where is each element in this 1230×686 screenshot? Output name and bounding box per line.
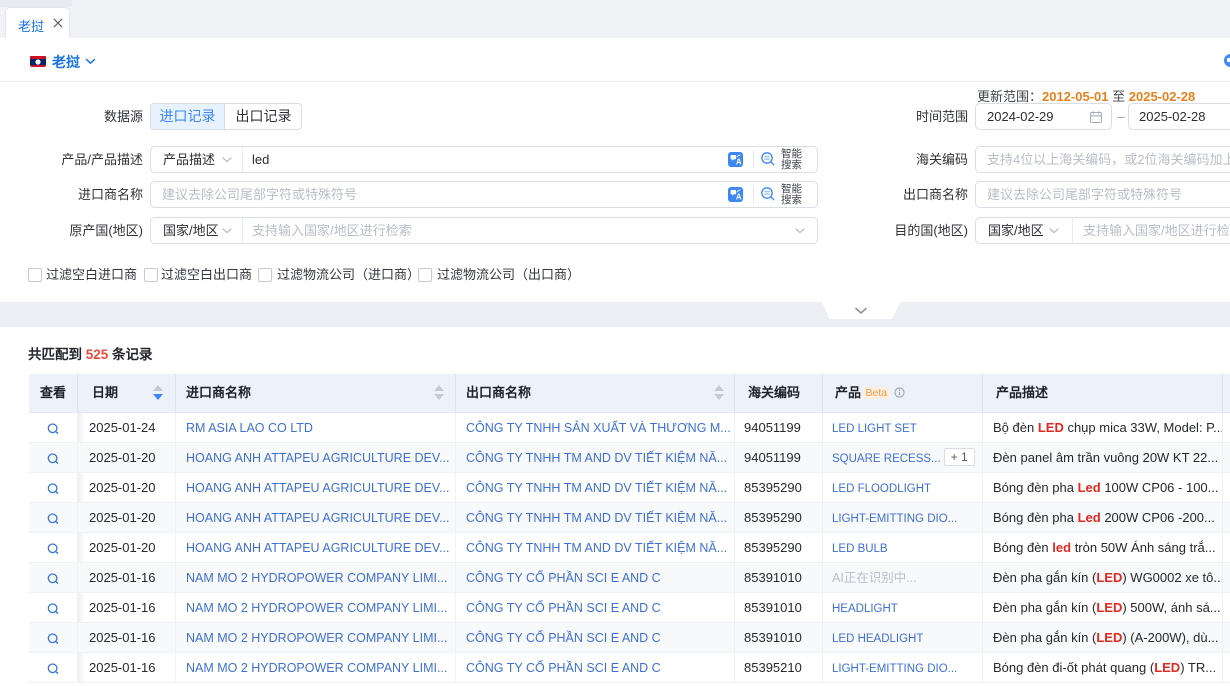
svg-text:A: A: [736, 158, 742, 167]
svg-text:A: A: [736, 193, 742, 202]
